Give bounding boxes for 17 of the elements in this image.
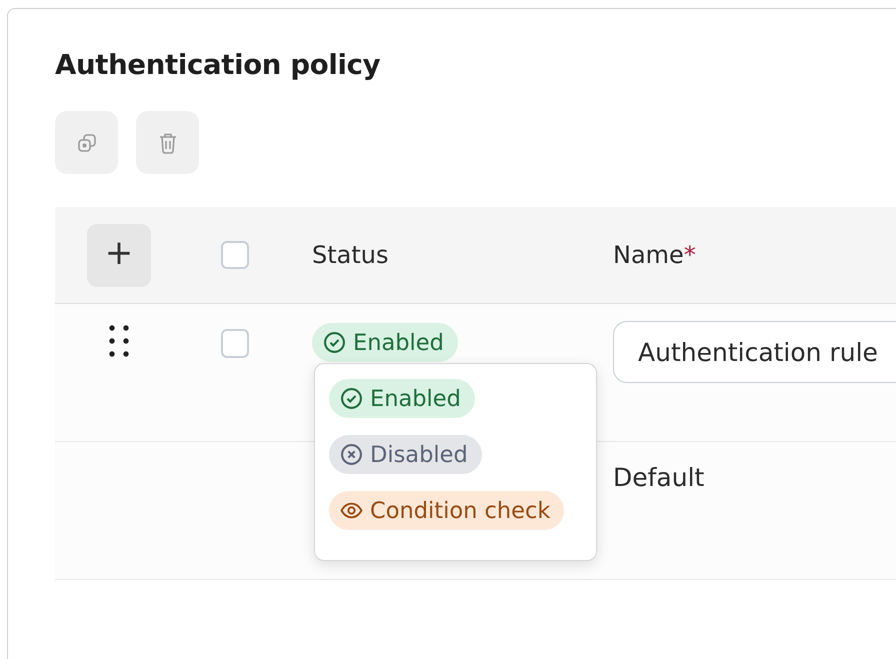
status-badge[interactable]: Enabled	[312, 323, 458, 362]
column-header: Name*	[613, 241, 696, 269]
add-row-button[interactable]: +	[87, 224, 151, 286]
name-text: Default	[613, 464, 704, 492]
trash-icon	[158, 132, 178, 154]
check-circle-icon	[323, 331, 346, 354]
column-header: Status	[312, 241, 388, 269]
row-checkbox[interactable]	[221, 329, 249, 358]
drag-handle-icon[interactable]	[108, 324, 130, 358]
check-circle-icon	[340, 387, 363, 410]
status-option[interactable]: Enabled	[329, 379, 475, 418]
name-input[interactable]: Authentication rule	[613, 321, 896, 383]
panel-title: Authentication policy	[55, 48, 382, 83]
x-circle-icon	[340, 443, 363, 466]
status-option[interactable]: Condition check	[329, 491, 564, 530]
select-all-checkbox[interactable]	[221, 241, 249, 269]
copy-icon	[76, 132, 96, 152]
